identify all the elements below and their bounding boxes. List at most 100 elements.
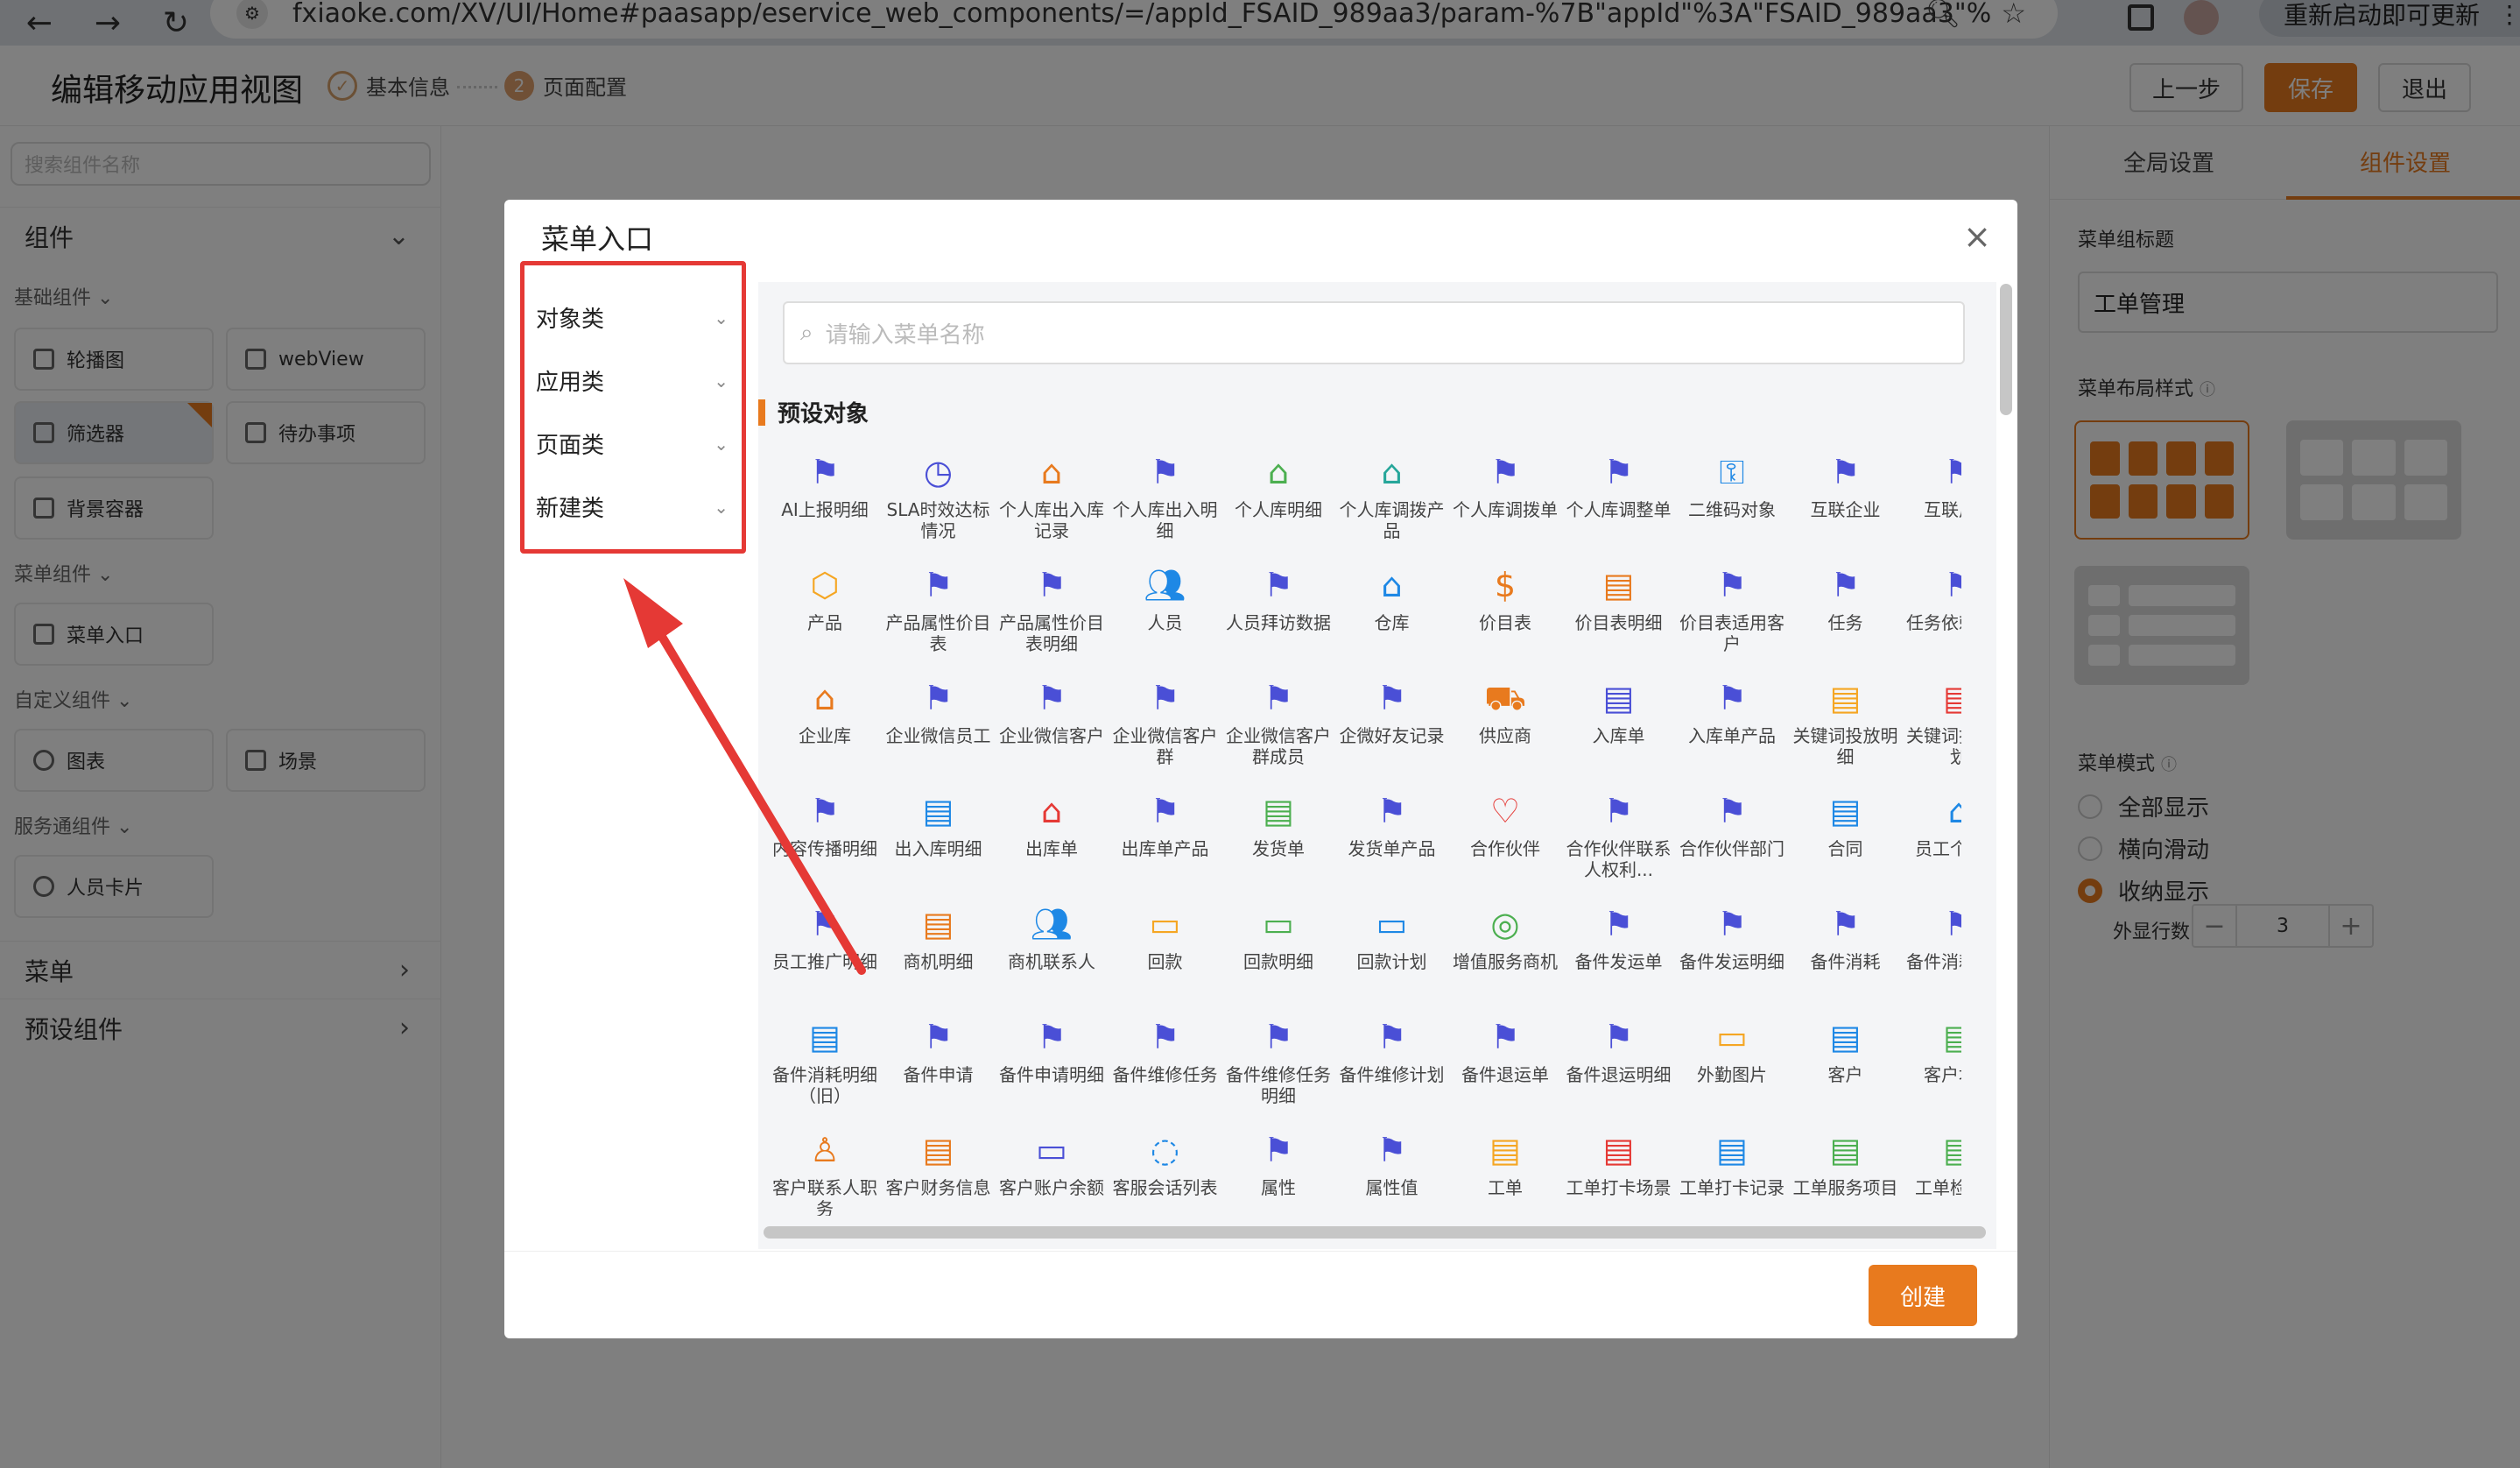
menu-item[interactable]: ⚑ 互联企业 <box>1793 452 1898 555</box>
menu-item[interactable]: ▤ 价目表明细 <box>1566 565 1672 668</box>
menu-item[interactable]: ⚑ 个人库调拨单 <box>1453 452 1558 555</box>
category-page[interactable]: 页面类 ⌄ <box>536 427 729 460</box>
menu-item[interactable]: ⚑ 备件消耗明细 <box>1906 904 1961 1007</box>
menu-item[interactable]: ⚑ 员工推广明细 <box>772 904 877 1007</box>
menu-item[interactable]: ⚑ 企微好友记录 <box>1340 678 1445 781</box>
menu-item[interactable]: ◎ 增值服务商机 <box>1453 904 1558 1007</box>
menu-item[interactable]: ▤ 关键词投放明细 <box>1793 678 1898 781</box>
menu-item[interactable]: ⚑ 内容传播明细 <box>772 791 877 894</box>
menu-item-label: 备件退运单 <box>1461 1064 1549 1085</box>
menu-item-label: 产品属性价目表明细 <box>999 612 1104 654</box>
menu-item[interactable]: ⚑ 企业微信客户群 <box>1113 678 1218 781</box>
menu-item[interactable]: ⚑ 企业微信客户 <box>999 678 1104 781</box>
menu-item-label: 个人库出入库记录 <box>999 499 1104 541</box>
menu-item[interactable]: ⚑ 合作伙伴部门 <box>1679 791 1784 894</box>
menu-item[interactable]: ⚑ 价目表适用客户 <box>1679 565 1784 668</box>
menu-item[interactable]: ⚑ 备件维修任务明细 <box>1226 1017 1331 1120</box>
menu-item-label: 员工推广明细 <box>772 951 877 972</box>
menu-item-label: 出库单 <box>1025 838 1078 859</box>
menu-item[interactable]: ⚑ 个人库出入明细 <box>1113 452 1218 555</box>
menu-item-label: 价目表 <box>1479 612 1531 633</box>
menu-item[interactable]: $ 价目表 <box>1453 565 1558 668</box>
menu-item-label: 备件发运明细 <box>1679 951 1784 972</box>
menu-item[interactable]: ▤ 发货单 <box>1226 791 1331 894</box>
category-app[interactable]: 应用类 ⌄ <box>536 364 729 397</box>
menu-item[interactable]: ⚑ 产品属性价目表明细 <box>999 565 1104 668</box>
menu-item[interactable]: ▤ 商机明细 <box>886 904 991 1007</box>
menu-item[interactable]: ⚑ 备件发运明细 <box>1679 904 1784 1007</box>
menu-item[interactable]: ▤ 工单检查组 <box>1906 1130 1961 1216</box>
menu-item[interactable]: ⛟ 供应商 <box>1453 678 1558 781</box>
menu-item[interactable]: ⚑ 人员拜访数据 <box>1226 565 1331 668</box>
menu-item[interactable]: ♙ 客户联系人职务 <box>772 1130 877 1216</box>
menu-item[interactable]: ⚑ 互联用户 <box>1906 452 1961 555</box>
menu-item[interactable]: ⚑ 出库单产品 <box>1113 791 1218 894</box>
document-icon: ▤ <box>1602 1131 1635 1169</box>
menu-item[interactable]: ▭ 客户账户余额 <box>999 1130 1104 1216</box>
menu-item[interactable]: ⚑ 备件维修计划 <box>1340 1017 1445 1120</box>
category-new[interactable]: 新建类 ⌄ <box>536 491 729 523</box>
menu-item[interactable]: ⚑ 备件退运明细 <box>1566 1017 1672 1120</box>
menu-item[interactable]: ⚑ 备件消耗 <box>1793 904 1898 1007</box>
menu-item[interactable]: ▭ 回款明细 <box>1226 904 1331 1007</box>
menu-item[interactable]: ▭ 外勤图片 <box>1679 1017 1784 1120</box>
menu-item[interactable]: 👥︎ 人员 <box>1113 565 1218 668</box>
menu-item[interactable]: ⚑ 合作伙伴联系人权利... <box>1566 791 1672 894</box>
menu-item[interactable]: ⚑ 企业微信客户群成员 <box>1226 678 1331 781</box>
menu-item[interactable]: ⚑ 企业微信员工 <box>886 678 991 781</box>
category-object[interactable]: 对象类 ⌄ <box>536 301 729 334</box>
menu-item[interactable]: ▭ 回款计划 <box>1340 904 1445 1007</box>
menu-item[interactable]: ⚑ 属性 <box>1226 1130 1331 1216</box>
menu-item[interactable]: ▭ 回款 <box>1113 904 1218 1007</box>
create-button[interactable]: 创建 <box>1869 1265 1977 1326</box>
menu-item[interactable]: ▤ 客户财务信息 <box>886 1130 991 1216</box>
menu-item[interactable]: ▤ 关键词投放计划 <box>1906 678 1961 781</box>
menu-item[interactable]: ▤ 工单打卡记录 <box>1679 1130 1784 1216</box>
menu-item[interactable]: ⚑ 备件发运单 <box>1566 904 1672 1007</box>
menu-item[interactable]: ⚿ 二维码对象 <box>1679 452 1784 555</box>
flag-icon: ⚑ <box>1263 679 1294 717</box>
heading-text: 预设对象 <box>778 401 869 427</box>
menu-item[interactable]: ▤ 出入库明细 <box>886 791 991 894</box>
menu-item[interactable]: ◌ 客服会话列表 <box>1113 1130 1218 1216</box>
menu-item-label: 属性值 <box>1365 1177 1418 1198</box>
menu-item[interactable]: ▤ 入库单 <box>1566 678 1672 781</box>
menu-item[interactable]: ▤ 工单 <box>1453 1130 1558 1216</box>
menu-item[interactable]: ⚑ 备件维修任务 <box>1113 1017 1218 1120</box>
menu-item[interactable]: ♡ 合作伙伴 <box>1453 791 1558 894</box>
menu-item[interactable]: ▤ 客户 <box>1793 1017 1898 1120</box>
menu-item[interactable]: ▤ 工单打卡场景 <box>1566 1130 1672 1216</box>
menu-item[interactable]: ⌂ 企业库 <box>772 678 877 781</box>
menu-item-label: 内容传播明细 <box>772 838 877 859</box>
menu-item[interactable]: ⚑ 备件申请 <box>886 1017 991 1120</box>
menu-item-label: 属性 <box>1261 1177 1296 1198</box>
menu-item[interactable]: ▤ 合同 <box>1793 791 1898 894</box>
menu-search-input[interactable]: ⌕ 请输入菜单名称 <box>783 301 1965 364</box>
menu-item[interactable]: ⚑ 任务依赖关系 <box>1906 565 1961 668</box>
menu-item[interactable]: ⚑ 备件退运单 <box>1453 1017 1558 1120</box>
menu-item[interactable]: ⚑ 属性值 <box>1340 1130 1445 1216</box>
menu-item[interactable]: ⚑ 个人库调整单 <box>1566 452 1672 555</box>
menu-item[interactable]: ⚑ 入库单产品 <box>1679 678 1784 781</box>
menu-item[interactable]: ◷ SLA时效达标情况 <box>886 452 991 555</box>
horizontal-scrollbar[interactable] <box>764 1226 1986 1239</box>
menu-item-label: 商机明细 <box>903 951 974 972</box>
menu-item[interactable]: ⚑ 发货单产品 <box>1340 791 1445 894</box>
menu-item[interactable]: ⚑ AI上报明细 <box>772 452 877 555</box>
menu-item[interactable]: ▤ 客户地址 <box>1906 1017 1961 1120</box>
menu-item[interactable]: ⌂ 仓库 <box>1340 565 1445 668</box>
vertical-scrollbar[interactable] <box>2000 284 2012 415</box>
menu-item[interactable]: ⌂ 员工个人库 <box>1906 791 1961 894</box>
menu-item[interactable]: ▤ 工单服务项目 <box>1793 1130 1898 1216</box>
menu-item[interactable]: ⬡ 产品 <box>772 565 877 668</box>
menu-item[interactable]: ⚑ 任务 <box>1793 565 1898 668</box>
menu-item[interactable]: ⌂ 出库单 <box>999 791 1104 894</box>
menu-item[interactable]: ⚑ 产品属性价目表 <box>886 565 991 668</box>
menu-item[interactable]: 👥︎ 商机联系人 <box>999 904 1104 1007</box>
menu-item[interactable]: ⚑ 备件申请明细 <box>999 1017 1104 1120</box>
menu-item[interactable]: ⌂ 个人库调拨产品 <box>1340 452 1445 555</box>
menu-item[interactable]: ⌂ 个人库明细 <box>1226 452 1331 555</box>
menu-item[interactable]: ⌂ 个人库出入库记录 <box>999 452 1104 555</box>
close-icon[interactable]: × <box>1963 217 1991 256</box>
menu-item[interactable]: ▤ 备件消耗明细（旧） <box>772 1017 877 1120</box>
